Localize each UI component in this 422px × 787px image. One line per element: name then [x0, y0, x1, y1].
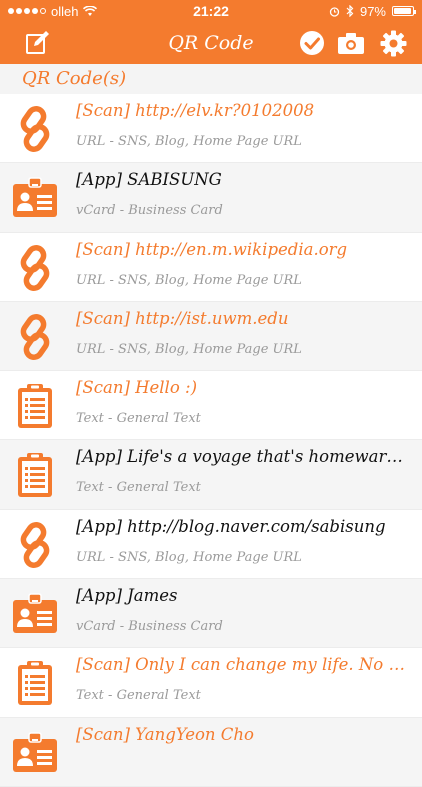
status-right: 97%	[329, 3, 416, 19]
item-title: [Scan] Only I can change my life. No o…	[76, 655, 408, 675]
item-title: [App] Life's a voyage that's homeward…	[76, 447, 408, 467]
carrier-label: olleh	[51, 3, 79, 19]
id-card-icon	[12, 591, 58, 637]
select-button[interactable]	[298, 29, 326, 57]
clipboard-icon	[12, 452, 58, 498]
item-title: [Scan] Hello :)	[76, 378, 198, 398]
item-title: [App] SABISUNG	[76, 170, 222, 190]
item-title: [Scan] YangYeon Cho	[76, 724, 254, 744]
status-bar: olleh 21:22 97%	[0, 0, 422, 22]
clipboard-icon	[12, 383, 58, 429]
item-title: [Scan] http://ist.uwm.edu	[76, 308, 289, 328]
signal-strength-icon	[8, 8, 46, 14]
list-item[interactable]: [App] http://blog.naver.com/sabisung URL …	[0, 510, 422, 580]
item-subtitle: vCard - Business Card	[76, 619, 223, 635]
qr-code-list: [Scan] http://elv.kr?0102008 URL - SNS, B…	[0, 94, 422, 787]
list-item[interactable]: [Scan] Hello :) Text - General Text	[0, 371, 422, 441]
id-card-icon	[12, 730, 58, 776]
list-item[interactable]: [App] Life's a voyage that's homeward… Te…	[0, 440, 422, 510]
item-subtitle: vCard - Business Card	[76, 203, 223, 219]
item-subtitle: URL - SNS, Blog, Home Page URL	[76, 341, 302, 357]
status-left: olleh	[8, 4, 329, 19]
gear-icon	[380, 30, 406, 56]
list-item[interactable]: [Scan] YangYeon Cho	[0, 717, 422, 787]
item-title: [App] James	[76, 586, 178, 606]
item-title: [Scan] http://elv.kr?0102008	[76, 101, 315, 120]
item-title: [App] http://blog.naver.com/sabisung	[76, 516, 386, 536]
item-subtitle: URL - SNS, Blog, Home Page URL	[76, 549, 302, 565]
camera-icon	[338, 33, 364, 54]
wifi-icon	[83, 5, 98, 16]
list-item[interactable]: [App] James vCard - Business Card	[0, 579, 422, 649]
camera-button[interactable]	[337, 29, 365, 57]
clipboard-icon	[12, 660, 58, 706]
battery-percent: 97%	[359, 3, 386, 19]
link-icon	[12, 313, 58, 360]
link-icon	[12, 244, 58, 291]
link-icon	[12, 106, 58, 152]
alarm-icon	[329, 6, 340, 17]
nav-bar: QR Code	[0, 22, 422, 64]
list-item[interactable]: [Scan] http://ist.uwm.edu URL - SNS, Blog…	[0, 301, 422, 372]
id-card-icon	[12, 175, 58, 221]
list-item[interactable]: [Scan] Only I can change my life. No o… T…	[0, 648, 422, 718]
section-header: QR Code(s)	[0, 64, 422, 94]
item-subtitle: URL - SNS, Blog, Home Page URL	[76, 272, 302, 288]
item-subtitle: Text - General Text	[76, 688, 201, 704]
item-subtitle: URL - SNS, Blog, Home Page URL	[76, 134, 302, 149]
list-item[interactable]: [Scan] http://elv.kr?0102008 URL - SNS, B…	[0, 94, 422, 164]
item-title: [Scan] http://en.m.wikipedia.org	[76, 239, 348, 259]
item-subtitle: Text - General Text	[76, 480, 201, 496]
battery-icon	[392, 6, 416, 16]
list-item[interactable]: [App] SABISUNG vCard - Business Card	[0, 163, 422, 233]
bluetooth-icon	[346, 5, 354, 17]
list-item[interactable]: [Scan] http://en.m.wikipedia.org URL - SN…	[0, 233, 422, 302]
link-icon	[12, 521, 58, 568]
check-icon	[300, 31, 324, 55]
settings-button[interactable]	[379, 29, 407, 57]
item-subtitle: Text - General Text	[76, 411, 201, 427]
